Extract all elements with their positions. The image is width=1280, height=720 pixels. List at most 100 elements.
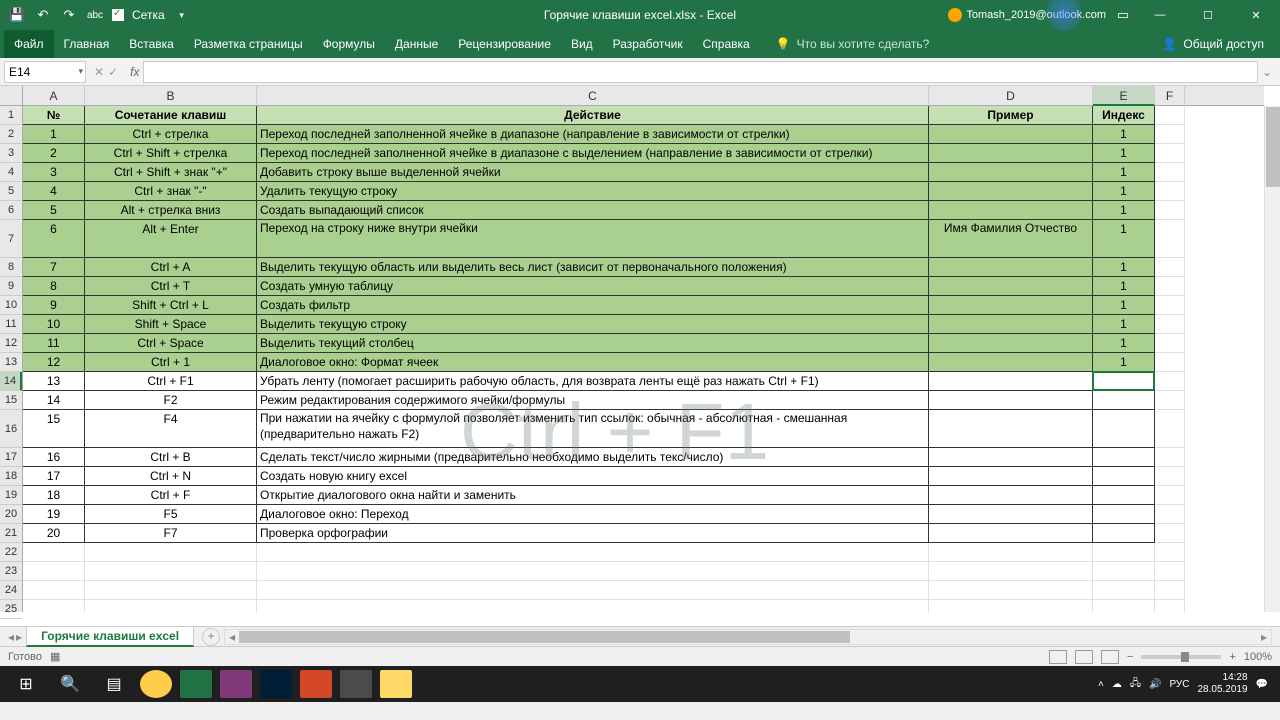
vertical-scrollbar[interactable] [1264, 106, 1280, 612]
cell[interactable] [929, 201, 1093, 220]
cell[interactable]: F4 [85, 410, 257, 448]
cell[interactable]: Ctrl + Space [85, 334, 257, 353]
onenote-icon[interactable] [220, 670, 252, 698]
cell[interactable] [257, 562, 929, 581]
cell[interactable] [1155, 106, 1185, 125]
cell[interactable]: Удалить текущую строку [257, 182, 929, 201]
cell[interactable] [1093, 524, 1155, 543]
row-header[interactable]: 15 [0, 391, 22, 410]
cell[interactable]: 1 [23, 125, 85, 144]
cell[interactable] [929, 543, 1093, 562]
tab-file[interactable]: Файл [4, 30, 54, 58]
cell[interactable]: F5 [85, 505, 257, 524]
cell[interactable]: Ctrl + знак "-" [85, 182, 257, 201]
cell[interactable]: Shift + Space [85, 315, 257, 334]
qat-dropdown-icon[interactable]: ▾ [173, 6, 191, 24]
cell[interactable] [1155, 353, 1185, 372]
cell[interactable]: 1 [1093, 144, 1155, 163]
cell[interactable] [85, 600, 257, 612]
cell[interactable]: Ctrl + N [85, 467, 257, 486]
cell[interactable]: Создать выпадающий список [257, 201, 929, 220]
cell[interactable] [1155, 562, 1185, 581]
tab-developer[interactable]: Разработчик [603, 30, 693, 58]
tab-review[interactable]: Рецензирование [448, 30, 561, 58]
cell[interactable] [85, 562, 257, 581]
cell[interactable] [929, 600, 1093, 612]
row-header[interactable]: 2 [0, 125, 22, 144]
table-header[interactable]: Сочетание клавиш [85, 106, 257, 125]
cell[interactable] [23, 600, 85, 612]
cell[interactable]: 12 [23, 353, 85, 372]
cell[interactable]: 1 [1093, 125, 1155, 144]
cell[interactable]: Сделать текст/число жирными (предварител… [257, 448, 929, 467]
row-header[interactable]: 10 [0, 296, 22, 315]
zoom-out-icon[interactable]: − [1127, 651, 1133, 663]
cell[interactable] [1155, 144, 1185, 163]
cell[interactable]: 4 [23, 182, 85, 201]
cell[interactable]: Ctrl + Shift + стрелка [85, 144, 257, 163]
cell[interactable] [1155, 410, 1185, 448]
tab-view[interactable]: Вид [561, 30, 603, 58]
cell[interactable] [1155, 220, 1185, 258]
notifications-icon[interactable]: 💬 [1256, 679, 1268, 690]
cell[interactable]: Ctrl + B [85, 448, 257, 467]
search-icon[interactable]: 🔍 [48, 666, 92, 702]
cell[interactable]: Alt + Enter [85, 220, 257, 258]
col-header-b[interactable]: B [85, 86, 257, 106]
cell[interactable]: Shift + Ctrl + L [85, 296, 257, 315]
cell[interactable] [929, 391, 1093, 410]
cell[interactable] [1093, 562, 1155, 581]
cell[interactable] [257, 600, 929, 612]
photoshop-icon[interactable] [260, 670, 292, 698]
expand-formula-icon[interactable]: ⌄ [1258, 65, 1276, 79]
cell[interactable] [85, 543, 257, 562]
cell[interactable]: Ctrl + стрелка [85, 125, 257, 144]
row-header[interactable]: 4 [0, 163, 22, 182]
row-header[interactable]: 19 [0, 486, 22, 505]
explorer-icon[interactable] [380, 670, 412, 698]
cell[interactable]: Проверка орфографии [257, 524, 929, 543]
zoom-in-icon[interactable]: + [1229, 651, 1235, 663]
formula-input[interactable] [143, 61, 1257, 83]
cell[interactable] [1155, 201, 1185, 220]
cell[interactable] [1093, 505, 1155, 524]
office-icon[interactable] [300, 670, 332, 698]
cell[interactable]: 9 [23, 296, 85, 315]
row-header[interactable]: 3 [0, 144, 22, 163]
cell[interactable]: Ctrl + F1 [85, 372, 257, 391]
enter-icon[interactable]: ✓ [108, 65, 118, 79]
cell[interactable] [929, 182, 1093, 201]
row-header[interactable]: 24 [0, 581, 22, 600]
spreadsheet-grid[interactable]: A B C D E F 1234567891011121314151617181… [0, 86, 1280, 626]
cell[interactable] [23, 581, 85, 600]
cell[interactable]: 1 [1093, 277, 1155, 296]
tab-data[interactable]: Данные [385, 30, 448, 58]
user-account[interactable]: Tomash_2019@outlook.com [948, 8, 1106, 22]
cell[interactable] [1093, 372, 1155, 391]
cell[interactable]: 1 [1093, 182, 1155, 201]
row-header[interactable]: 17 [0, 448, 22, 467]
language-indicator[interactable]: РУС [1169, 679, 1189, 690]
cell[interactable]: Убрать ленту (помогает расширить рабочую… [257, 372, 929, 391]
cell[interactable] [1093, 391, 1155, 410]
cell[interactable]: 19 [23, 505, 85, 524]
excel-icon[interactable] [180, 670, 212, 698]
cell[interactable] [1093, 486, 1155, 505]
grid-checkbox[interactable] [112, 9, 124, 21]
cell[interactable] [1155, 372, 1185, 391]
cell[interactable] [1155, 467, 1185, 486]
cell[interactable] [1155, 334, 1185, 353]
cell[interactable] [929, 410, 1093, 448]
row-header[interactable]: 12 [0, 334, 22, 353]
chrome-icon[interactable] [140, 670, 172, 698]
page-layout-view-icon[interactable] [1075, 650, 1093, 664]
table-header[interactable]: Пример [929, 106, 1093, 125]
cell[interactable] [929, 467, 1093, 486]
cell[interactable]: Ctrl + T [85, 277, 257, 296]
cell[interactable]: Имя Фамилия Отчество [929, 220, 1093, 258]
start-button[interactable]: ⊞ [4, 666, 48, 702]
cell[interactable] [1093, 581, 1155, 600]
row-header[interactable]: 6 [0, 201, 22, 220]
cell[interactable] [257, 543, 929, 562]
cell[interactable] [1093, 410, 1155, 448]
